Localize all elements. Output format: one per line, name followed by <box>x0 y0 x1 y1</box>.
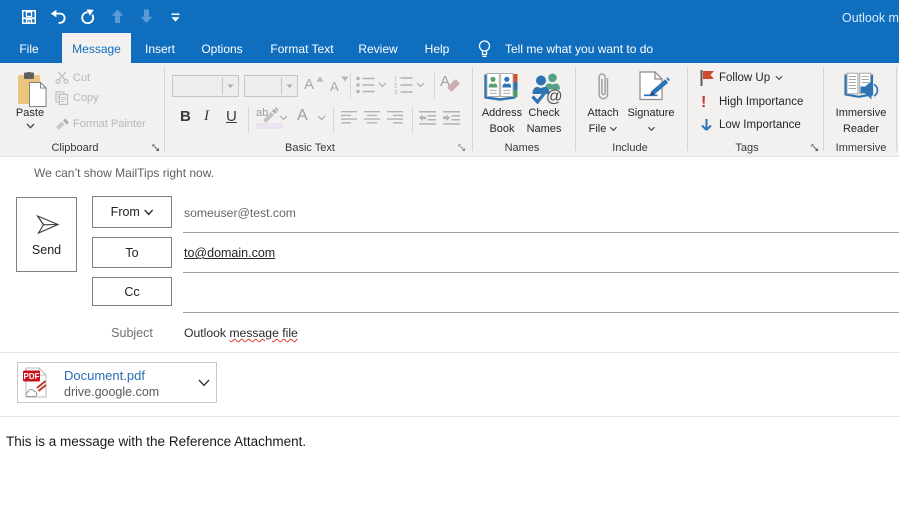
svg-text:3: 3 <box>394 91 398 96</box>
svg-text:2: 2 <box>394 84 398 90</box>
svg-text:1: 1 <box>394 77 398 83</box>
svg-text:PDF: PDF <box>24 372 40 381</box>
svg-text:@: @ <box>546 88 563 105</box>
